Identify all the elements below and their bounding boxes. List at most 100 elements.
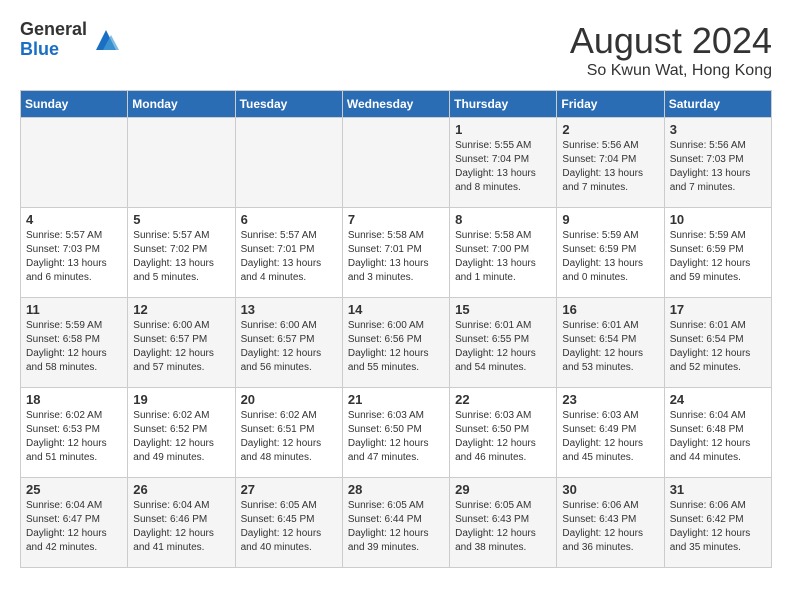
calendar-cell — [21, 118, 128, 208]
day-number: 10 — [670, 212, 766, 227]
calendar-week-row: 18Sunrise: 6:02 AM Sunset: 6:53 PM Dayli… — [21, 388, 772, 478]
day-info: Sunrise: 5:56 AM Sunset: 7:03 PM Dayligh… — [670, 139, 766, 195]
day-info: Sunrise: 5:55 AM Sunset: 7:04 PM Dayligh… — [455, 139, 551, 195]
calendar-cell: 2 Sunrise: 5:56 AM Sunset: 7:04 PM Daylig… — [557, 118, 664, 208]
header-day: Wednesday — [342, 91, 449, 118]
calendar-cell: 29 Sunrise: 6:05 AM Sunset: 6:43 PM Dayli… — [450, 478, 557, 568]
day-number: 20 — [241, 392, 337, 407]
logo-icon — [91, 25, 121, 55]
day-info: Sunrise: 6:05 AM Sunset: 6:45 PM Dayligh… — [241, 499, 337, 555]
day-info: Sunrise: 6:03 AM Sunset: 6:50 PM Dayligh… — [348, 409, 444, 465]
month-title: August 2024 — [570, 20, 772, 62]
day-number: 13 — [241, 302, 337, 317]
logo-text: General Blue — [20, 20, 87, 60]
calendar-cell: 16Sunrise: 6:01 AM Sunset: 6:54 PM Dayli… — [557, 298, 664, 388]
calendar-table: SundayMondayTuesdayWednesdayThursdayFrid… — [20, 90, 772, 568]
header-day: Sunday — [21, 91, 128, 118]
calendar-cell: 14 Sunrise: 6:00 AM Sunset: 6:56 PM Dayli… — [342, 298, 449, 388]
day-info: Sunrise: 6:02 AM Sunset: 6:52 PM Dayligh… — [133, 409, 229, 465]
day-info: Sunrise: 6:01 AM Sunset: 6:54 PM Dayligh… — [562, 319, 658, 375]
header-day: Saturday — [664, 91, 771, 118]
logo-blue: Blue — [20, 40, 87, 60]
day-info: Sunrise: 6:01 AM Sunset: 6:55 PM Dayligh… — [455, 319, 551, 375]
day-info: Sunrise: 5:59 AM Sunset: 6:59 PM Dayligh… — [562, 229, 658, 285]
day-number: 30 — [562, 482, 658, 497]
calendar-cell: 23 Sunrise: 6:03 AM Sunset: 6:49 PM Dayli… — [557, 388, 664, 478]
calendar-cell: 28 Sunrise: 6:05 AM Sunset: 6:44 PM Dayli… — [342, 478, 449, 568]
calendar-cell — [128, 118, 235, 208]
calendar-cell: 10Sunrise: 5:59 AM Sunset: 6:59 PM Dayli… — [664, 208, 771, 298]
logo: General Blue — [20, 20, 121, 60]
page-header: General Blue August 2024 So Kwun Wat, Ho… — [20, 20, 772, 80]
day-info: Sunrise: 6:04 AM Sunset: 6:48 PM Dayligh… — [670, 409, 766, 465]
day-number: 17 — [670, 302, 766, 317]
day-info: Sunrise: 6:04 AM Sunset: 6:46 PM Dayligh… — [133, 499, 229, 555]
calendar-cell — [235, 118, 342, 208]
day-info: Sunrise: 6:03 AM Sunset: 6:50 PM Dayligh… — [455, 409, 551, 465]
day-number: 11 — [26, 302, 122, 317]
day-number: 22 — [455, 392, 551, 407]
day-number: 18 — [26, 392, 122, 407]
day-number: 28 — [348, 482, 444, 497]
calendar-cell: 31 Sunrise: 6:06 AM Sunset: 6:42 PM Dayli… — [664, 478, 771, 568]
logo-general: General — [20, 20, 87, 40]
calendar-cell: 13 Sunrise: 6:00 AM Sunset: 6:57 PM Dayli… — [235, 298, 342, 388]
day-number: 2 — [562, 122, 658, 137]
title-block: August 2024 So Kwun Wat, Hong Kong — [570, 20, 772, 80]
day-number: 6 — [241, 212, 337, 227]
day-info: Sunrise: 6:00 AM Sunset: 6:57 PM Dayligh… — [241, 319, 337, 375]
header-row: SundayMondayTuesdayWednesdayThursdayFrid… — [21, 91, 772, 118]
calendar-cell: 22 Sunrise: 6:03 AM Sunset: 6:50 PM Dayli… — [450, 388, 557, 478]
day-number: 31 — [670, 482, 766, 497]
calendar-cell: 30 Sunrise: 6:06 AM Sunset: 6:43 PM Dayli… — [557, 478, 664, 568]
calendar-cell: 12Sunrise: 6:00 AM Sunset: 6:57 PM Dayli… — [128, 298, 235, 388]
day-info: Sunrise: 5:59 AM Sunset: 6:58 PM Dayligh… — [26, 319, 122, 375]
day-number: 29 — [455, 482, 551, 497]
header-day: Thursday — [450, 91, 557, 118]
day-number: 26 — [133, 482, 229, 497]
calendar-cell: 19Sunrise: 6:02 AM Sunset: 6:52 PM Dayli… — [128, 388, 235, 478]
day-info: Sunrise: 6:03 AM Sunset: 6:49 PM Dayligh… — [562, 409, 658, 465]
day-info: Sunrise: 5:57 AM Sunset: 7:02 PM Dayligh… — [133, 229, 229, 285]
header-day: Friday — [557, 91, 664, 118]
calendar-week-row: 25 Sunrise: 6:04 AM Sunset: 6:47 PM Dayli… — [21, 478, 772, 568]
day-info: Sunrise: 5:57 AM Sunset: 7:03 PM Dayligh… — [26, 229, 122, 285]
calendar-cell: 1 Sunrise: 5:55 AM Sunset: 7:04 PM Daylig… — [450, 118, 557, 208]
calendar-cell: 27Sunrise: 6:05 AM Sunset: 6:45 PM Dayli… — [235, 478, 342, 568]
day-number: 25 — [26, 482, 122, 497]
day-info: Sunrise: 5:57 AM Sunset: 7:01 PM Dayligh… — [241, 229, 337, 285]
day-number: 1 — [455, 122, 551, 137]
calendar-cell: 5Sunrise: 5:57 AM Sunset: 7:02 PM Daylig… — [128, 208, 235, 298]
day-info: Sunrise: 6:01 AM Sunset: 6:54 PM Dayligh… — [670, 319, 766, 375]
calendar-cell: 17 Sunrise: 6:01 AM Sunset: 6:54 PM Dayli… — [664, 298, 771, 388]
calendar-cell: 24 Sunrise: 6:04 AM Sunset: 6:48 PM Dayli… — [664, 388, 771, 478]
calendar-header: SundayMondayTuesdayWednesdayThursdayFrid… — [21, 91, 772, 118]
calendar-cell: 7Sunrise: 5:58 AM Sunset: 7:01 PM Daylig… — [342, 208, 449, 298]
day-number: 3 — [670, 122, 766, 137]
day-number: 4 — [26, 212, 122, 227]
day-number: 24 — [670, 392, 766, 407]
day-info: Sunrise: 6:02 AM Sunset: 6:51 PM Dayligh… — [241, 409, 337, 465]
calendar-cell: 4 Sunrise: 5:57 AM Sunset: 7:03 PM Daylig… — [21, 208, 128, 298]
header-day: Tuesday — [235, 91, 342, 118]
calendar-cell: 25 Sunrise: 6:04 AM Sunset: 6:47 PM Dayli… — [21, 478, 128, 568]
day-info: Sunrise: 6:05 AM Sunset: 6:44 PM Dayligh… — [348, 499, 444, 555]
day-number: 14 — [348, 302, 444, 317]
day-number: 7 — [348, 212, 444, 227]
calendar-body: 1 Sunrise: 5:55 AM Sunset: 7:04 PM Daylig… — [21, 118, 772, 568]
day-info: Sunrise: 6:06 AM Sunset: 6:42 PM Dayligh… — [670, 499, 766, 555]
location: So Kwun Wat, Hong Kong — [570, 62, 772, 80]
calendar-cell: 26 Sunrise: 6:04 AM Sunset: 6:46 PM Dayli… — [128, 478, 235, 568]
calendar-week-row: 4 Sunrise: 5:57 AM Sunset: 7:03 PM Daylig… — [21, 208, 772, 298]
calendar-cell: 20 Sunrise: 6:02 AM Sunset: 6:51 PM Dayli… — [235, 388, 342, 478]
day-number: 12 — [133, 302, 229, 317]
calendar-cell: 8Sunrise: 5:58 AM Sunset: 7:00 PM Daylig… — [450, 208, 557, 298]
day-number: 23 — [562, 392, 658, 407]
day-info: Sunrise: 6:06 AM Sunset: 6:43 PM Dayligh… — [562, 499, 658, 555]
day-number: 21 — [348, 392, 444, 407]
day-info: Sunrise: 6:05 AM Sunset: 6:43 PM Dayligh… — [455, 499, 551, 555]
day-info: Sunrise: 6:04 AM Sunset: 6:47 PM Dayligh… — [26, 499, 122, 555]
day-info: Sunrise: 5:56 AM Sunset: 7:04 PM Dayligh… — [562, 139, 658, 195]
day-info: Sunrise: 6:00 AM Sunset: 6:56 PM Dayligh… — [348, 319, 444, 375]
header-day: Monday — [128, 91, 235, 118]
